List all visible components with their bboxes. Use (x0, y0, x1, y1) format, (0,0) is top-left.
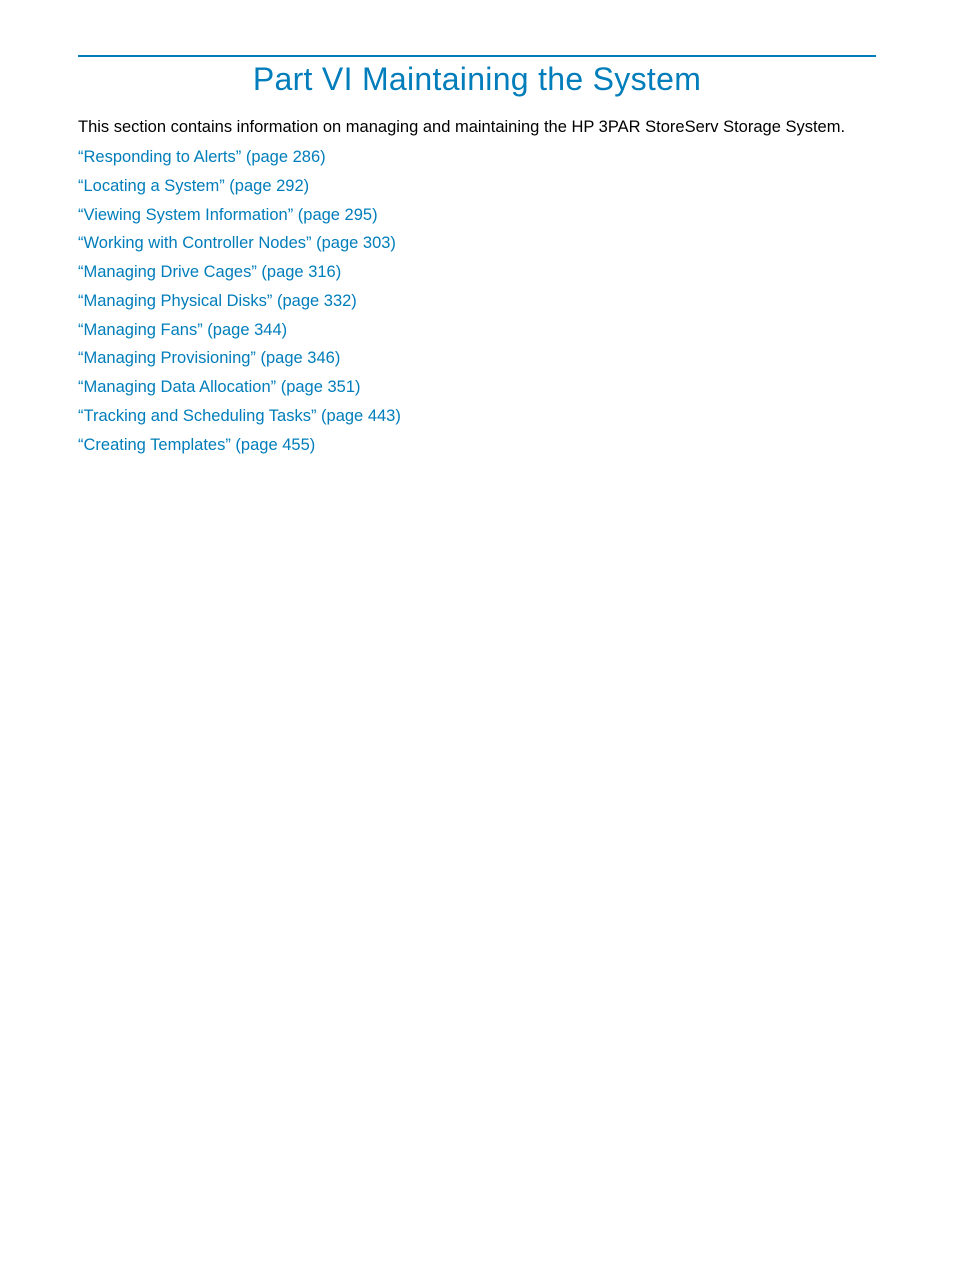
list-item: “Locating a System” (page 292) (78, 174, 876, 199)
intro-paragraph: This section contains information on man… (78, 116, 876, 139)
section-link[interactable]: “Creating Templates” (page 455) (78, 436, 315, 454)
list-item: “Managing Fans” (page 344) (78, 318, 876, 343)
list-item: “Responding to Alerts” (page 286) (78, 145, 876, 170)
section-link[interactable]: “Managing Provisioning” (page 346) (78, 349, 340, 367)
page-container: Part VI Maintaining the System This sect… (0, 0, 954, 457)
list-item: “Creating Templates” (page 455) (78, 433, 876, 458)
section-link[interactable]: “Viewing System Information” (page 295) (78, 206, 378, 224)
section-link[interactable]: “Managing Fans” (page 344) (78, 321, 287, 339)
section-link[interactable]: “Managing Data Allocation” (page 351) (78, 378, 361, 396)
page-title: Part VI Maintaining the System (78, 61, 876, 98)
section-link[interactable]: “Working with Controller Nodes” (page 30… (78, 234, 396, 252)
list-item: “Viewing System Information” (page 295) (78, 203, 876, 228)
section-link[interactable]: “Managing Physical Disks” (page 332) (78, 292, 357, 310)
list-item: “Managing Provisioning” (page 346) (78, 346, 876, 371)
section-link-list: “Responding to Alerts” (page 286) “Locat… (78, 145, 876, 457)
list-item: “Managing Drive Cages” (page 316) (78, 260, 876, 285)
section-link[interactable]: “Tracking and Scheduling Tasks” (page 44… (78, 407, 401, 425)
list-item: “Tracking and Scheduling Tasks” (page 44… (78, 404, 876, 429)
section-link[interactable]: “Managing Drive Cages” (page 316) (78, 263, 341, 281)
section-link[interactable]: “Locating a System” (page 292) (78, 177, 309, 195)
list-item: “Managing Physical Disks” (page 332) (78, 289, 876, 314)
section-link[interactable]: “Responding to Alerts” (page 286) (78, 148, 326, 166)
list-item: “Working with Controller Nodes” (page 30… (78, 231, 876, 256)
horizontal-rule (78, 55, 876, 57)
list-item: “Managing Data Allocation” (page 351) (78, 375, 876, 400)
